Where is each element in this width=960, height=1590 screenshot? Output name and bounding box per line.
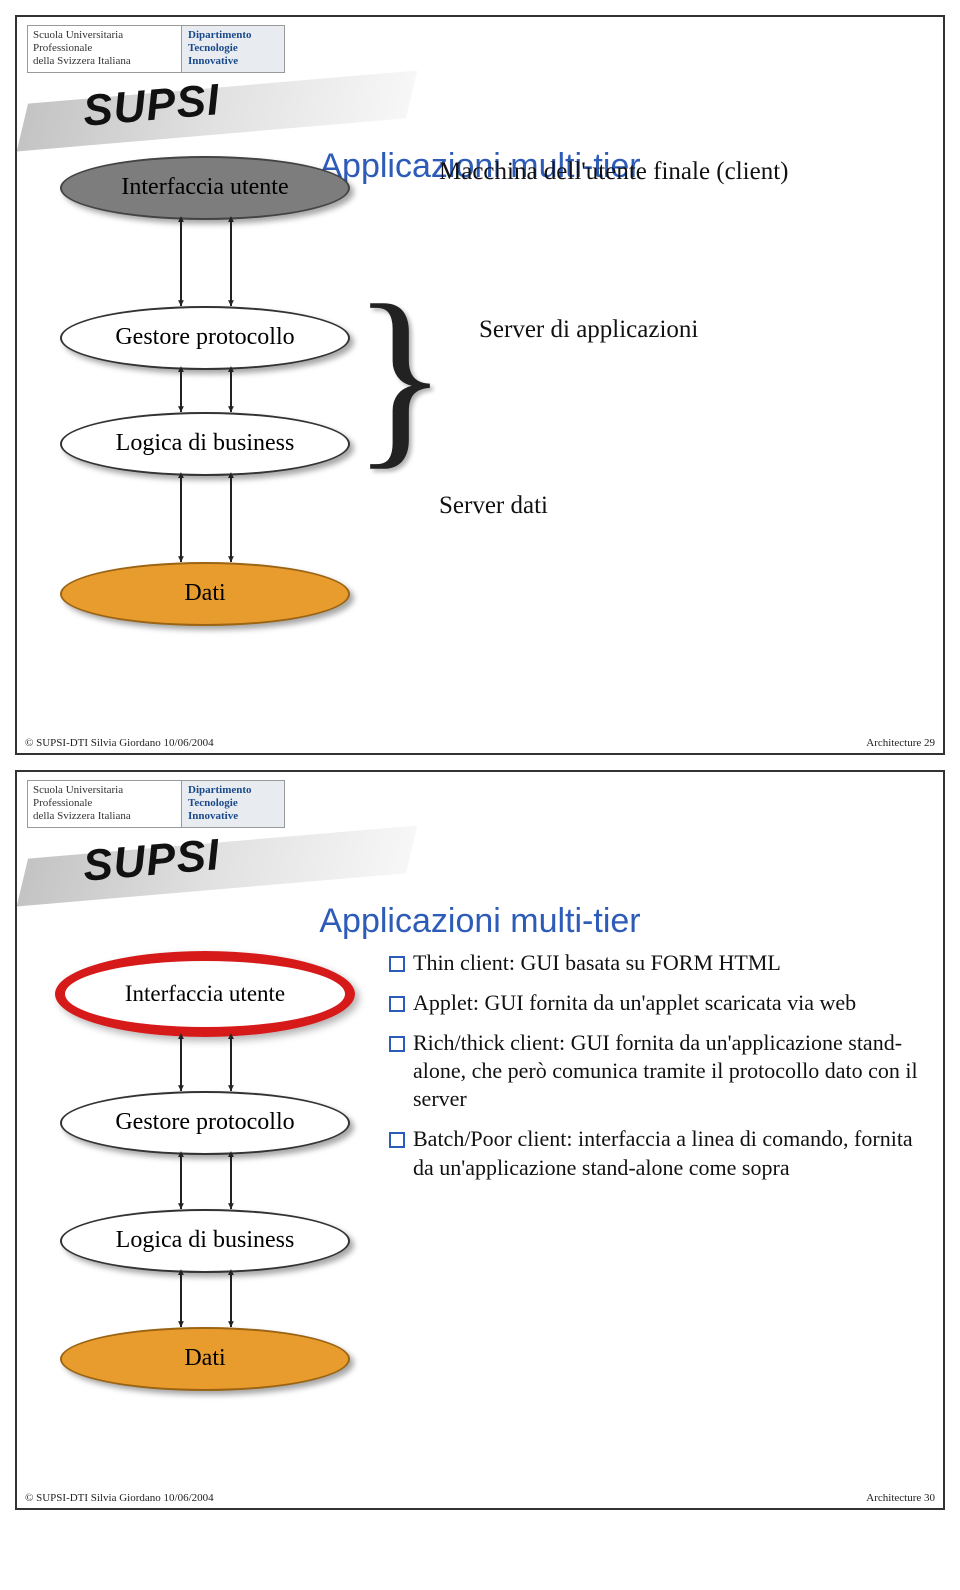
annot-dataserver: Server dati xyxy=(439,492,897,520)
org-line2: della Svizzera Italiana xyxy=(33,55,131,67)
bullet-item: Rich/thick client: GUI fornita da un'app… xyxy=(385,1029,929,1113)
header-org: Scuola Universitaria Professionale della… xyxy=(27,25,182,73)
footer-left: © SUPSI-DTI Silvia Giordano 10/06/2004 xyxy=(25,737,214,749)
bullet-item: Thin client: GUI basata su FORM HTML xyxy=(385,949,929,977)
dept-line2: Tecnologie xyxy=(188,797,238,809)
connector: ▲▼▲▼ xyxy=(60,476,350,562)
footer-right: Architecture 30 xyxy=(866,1492,935,1504)
tier-ui-highlight: Interfaccia utente xyxy=(55,951,355,1037)
dept-line1: Dipartimento xyxy=(188,29,252,41)
slide-footer: © SUPSI-DTI Silvia Giordano 10/06/2004 A… xyxy=(25,737,935,749)
slide-body: Interfaccia utente ▲▼▲▼ Gestore protocol… xyxy=(17,941,943,1501)
org-line1: Scuola Universitaria Professionale xyxy=(33,29,123,54)
header-org: Scuola Universitaria Professionale della… xyxy=(27,780,182,828)
tier-logic: Logica di business xyxy=(60,1209,350,1273)
tier-data: Dati xyxy=(60,1327,350,1391)
tier-data-label: Dati xyxy=(184,580,225,607)
connector: ▲▼▲▼ xyxy=(60,370,350,412)
tier-proto-label: Gestore protocollo xyxy=(115,1109,294,1136)
tier-ui: Interfaccia utente xyxy=(60,156,350,220)
connector: ▲▼▲▼ xyxy=(60,1273,350,1327)
slide-footer: © SUPSI-DTI Silvia Giordano 10/06/2004 A… xyxy=(25,1492,935,1504)
bullets: Thin client: GUI basata su FORM HTML App… xyxy=(375,949,929,1194)
connector: ▲▼▲▼ xyxy=(60,220,350,306)
org-line2: della Svizzera Italiana xyxy=(33,810,131,822)
connector: ▲▼▲▼ xyxy=(60,1037,350,1091)
tier-logic: Logica di business xyxy=(60,412,350,476)
footer-right: Architecture 29 xyxy=(866,737,935,749)
slide-30: Scuola Universitaria Professionale della… xyxy=(15,770,945,1510)
annot-client: Macchina dell'utente finale (client) xyxy=(439,158,897,186)
tier-proto: Gestore protocollo xyxy=(60,1091,350,1155)
header-dept: Dipartimento Tecnologie Innovative xyxy=(182,780,285,828)
connector: ▲▼▲▼ xyxy=(60,1155,350,1209)
dept-line1: Dipartimento xyxy=(188,784,252,796)
dept-line3: Innovative xyxy=(188,55,238,67)
bullet-item: Batch/Poor client: interfaccia a linea d… xyxy=(385,1125,929,1181)
logo: SUPSI xyxy=(27,77,943,137)
tier-data-label: Dati xyxy=(184,1345,225,1372)
annot-appserver: Server di applicazioni xyxy=(479,316,897,344)
dept-line3: Innovative xyxy=(188,810,238,822)
slide-29: Scuola Universitaria Professionale della… xyxy=(15,15,945,755)
header-dept: Dipartimento Tecnologie Innovative xyxy=(182,25,285,73)
tier-logic-label: Logica di business xyxy=(116,430,295,457)
slide-body: Interfaccia utente ▲▼▲▼ Gestore protocol… xyxy=(17,186,943,706)
tier-data: Dati xyxy=(60,562,350,626)
dept-line2: Tecnologie xyxy=(188,42,238,54)
tier-proto-label: Gestore protocollo xyxy=(115,324,294,351)
tier-ui-label: Interfaccia utente xyxy=(121,174,288,201)
org-line1: Scuola Universitaria Professionale xyxy=(33,784,123,809)
tier-ui-label: Interfaccia utente xyxy=(78,968,333,1020)
logo: SUPSI xyxy=(27,832,943,892)
slide-header: Scuola Universitaria Professionale della… xyxy=(17,772,943,828)
bullet-item: Applet: GUI fornita da un'applet scarica… xyxy=(385,989,929,1017)
slide-header: Scuola Universitaria Professionale della… xyxy=(17,17,943,73)
tier-logic-label: Logica di business xyxy=(116,1227,295,1254)
tier-column: Interfaccia utente ▲▼▲▼ Gestore protocol… xyxy=(35,951,375,1391)
tier-column: Interfaccia utente ▲▼▲▼ Gestore protocol… xyxy=(35,156,375,626)
footer-left: © SUPSI-DTI Silvia Giordano 10/06/2004 xyxy=(25,1492,214,1504)
slide-title: Applicazioni multi-tier xyxy=(17,902,943,941)
tier-proto: Gestore protocollo xyxy=(60,306,350,370)
annotations: Macchina dell'utente finale (client) Ser… xyxy=(417,186,897,520)
